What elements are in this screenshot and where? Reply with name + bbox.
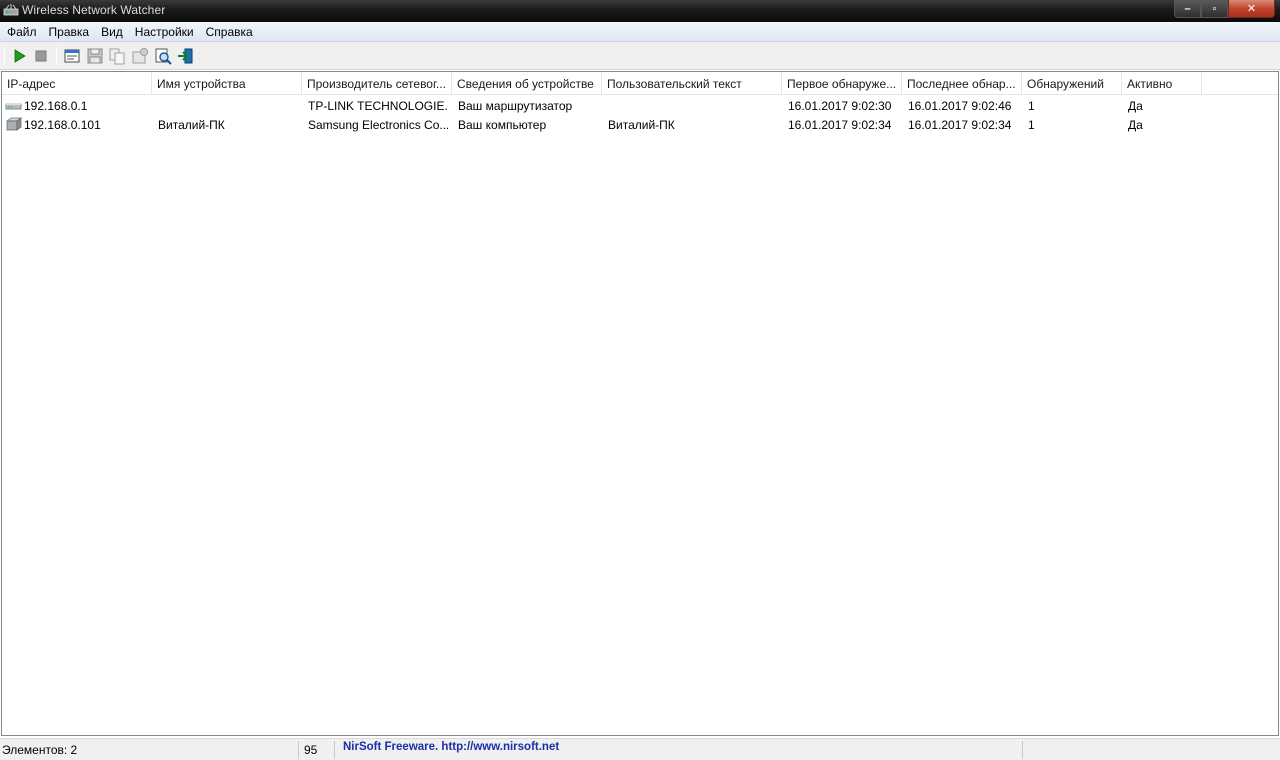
toolbar-separator: [56, 47, 57, 65]
status-bar: Элементов: 2 95 NirSoft Freeware. http:/…: [0, 738, 1280, 760]
menu-file[interactable]: Файл: [2, 22, 44, 42]
cell-vendor: Samsung Electronics Co...: [308, 118, 448, 132]
status-progress-value: 95: [304, 743, 318, 757]
title-bar[interactable]: Wireless Network Watcher – ▫ ✕: [0, 0, 1280, 22]
cell-user-text: Виталий-ПК: [608, 118, 675, 132]
column-header-count[interactable]: Обнаружений: [1022, 72, 1122, 95]
properties-icon[interactable]: [63, 47, 81, 65]
column-header-device-info[interactable]: Сведения об устройстве: [452, 72, 602, 95]
column-header-first-seen[interactable]: Первое обнаруже...: [782, 72, 902, 95]
column-header-device-name[interactable]: Имя устройства: [152, 72, 302, 95]
cell-active: Да: [1128, 99, 1143, 113]
computer-icon: [5, 117, 22, 131]
close-icon: ✕: [1246, 3, 1257, 15]
cell-last-seen: 16.01.2017 9:02:46: [908, 99, 1012, 113]
column-header-ip[interactable]: IP-адрес: [2, 72, 152, 95]
app-icon: [3, 4, 19, 16]
column-header-last-seen[interactable]: Последнее обнар...: [902, 72, 1022, 95]
exit-icon[interactable]: [177, 47, 195, 65]
minimize-button[interactable]: –: [1174, 0, 1201, 18]
options-icon[interactable]: [131, 47, 149, 65]
window-title: Wireless Network Watcher: [22, 3, 166, 17]
nirsoft-link[interactable]: NirSoft Freeware. http://www.nirsoft.net: [343, 737, 559, 759]
cell-device-info: Ваш компьютер: [458, 118, 547, 132]
cell-device-info: Ваш маршрутизатор: [458, 99, 573, 113]
status-separator: [334, 741, 335, 759]
menu-edit[interactable]: Правка: [44, 22, 97, 42]
menu-view[interactable]: Вид: [96, 22, 130, 42]
cell-device-name: Виталий-ПК: [158, 118, 225, 132]
find-icon[interactable]: [154, 47, 172, 65]
minimize-icon: –: [1184, 3, 1191, 15]
copy-icon[interactable]: [108, 47, 126, 65]
device-list[interactable]: IP-адрес Имя устройства Производитель се…: [1, 71, 1279, 736]
save-icon[interactable]: [86, 47, 104, 65]
window-controls: – ▫ ✕: [1174, 0, 1275, 18]
cell-count: 1: [1028, 118, 1035, 132]
maximize-button[interactable]: ▫: [1201, 0, 1228, 18]
toolbar: [0, 42, 1280, 70]
column-header-vendor[interactable]: Производитель сетевог...: [302, 72, 452, 95]
status-separator: [298, 741, 299, 759]
table-row[interactable]: 192.168.0.1 TP-LINK TECHNOLOGIE... Ваш м…: [2, 96, 1278, 115]
status-separator: [1022, 741, 1023, 759]
column-header-active[interactable]: Активно: [1122, 72, 1202, 95]
menu-options[interactable]: Настройки: [130, 22, 201, 42]
cell-first-seen: 16.01.2017 9:02:34: [788, 118, 892, 132]
cell-count: 1: [1028, 99, 1035, 113]
maximize-icon: ▫: [1212, 3, 1217, 15]
cell-last-seen: 16.01.2017 9:02:34: [908, 118, 1012, 132]
close-button[interactable]: ✕: [1228, 0, 1275, 18]
stop-icon[interactable]: [32, 47, 50, 65]
cell-vendor: TP-LINK TECHNOLOGIE...: [308, 99, 448, 113]
table-row[interactable]: 192.168.0.101 Виталий-ПК Samsung Electro…: [2, 115, 1278, 134]
router-icon: [5, 103, 22, 110]
cell-active: Да: [1128, 118, 1143, 132]
list-header: IP-адрес Имя устройства Производитель се…: [2, 72, 1278, 95]
status-items-count: Элементов: 2: [2, 743, 78, 757]
cell-ip: 192.168.0.101: [24, 118, 101, 132]
menu-help[interactable]: Справка: [201, 22, 260, 42]
play-icon[interactable]: [10, 47, 28, 65]
cell-ip: 192.168.0.1: [24, 99, 88, 113]
cell-first-seen: 16.01.2017 9:02:30: [788, 99, 892, 113]
toolbar-separator: [4, 47, 5, 65]
column-header-user-text[interactable]: Пользовательский текст: [602, 72, 782, 95]
menu-bar: Файл Правка Вид Настройки Справка: [0, 22, 1280, 42]
